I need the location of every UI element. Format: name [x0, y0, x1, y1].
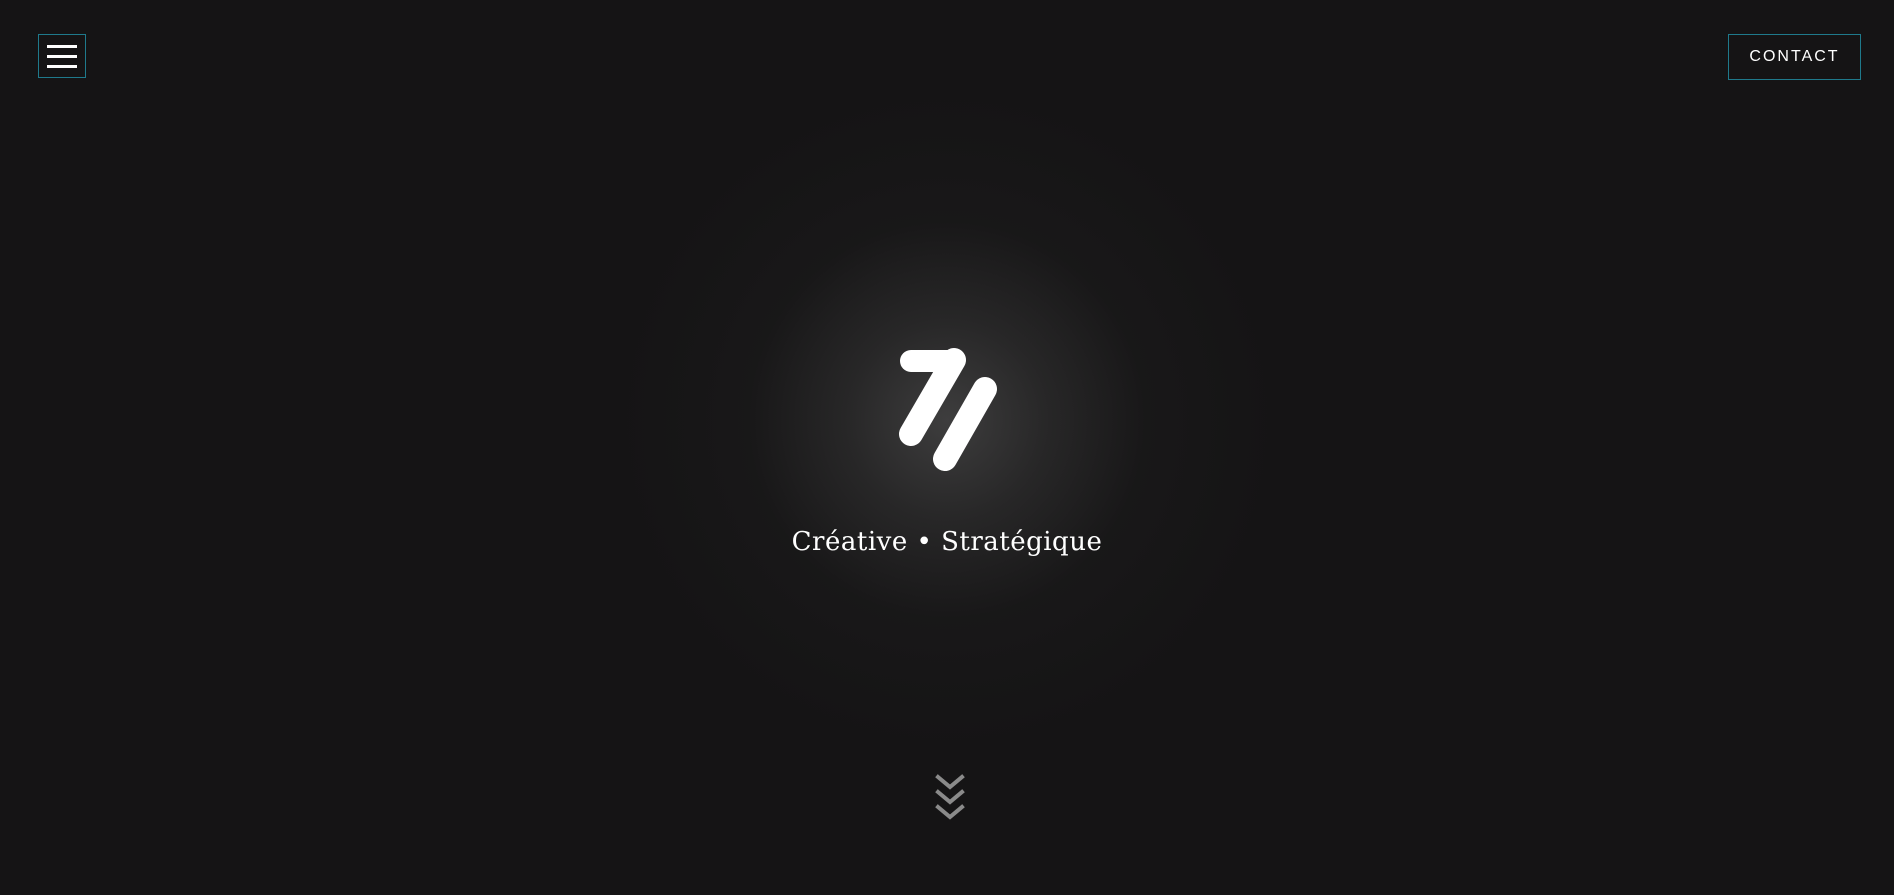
hero-tagline: Créative • Stratégique	[791, 527, 1103, 557]
contact-button[interactable]: CONTACT	[1728, 34, 1861, 80]
hamburger-menu-icon	[47, 44, 77, 48]
hamburger-menu-icon	[47, 64, 77, 68]
hamburger-menu-icon	[47, 54, 77, 58]
triple-chevron-down-icon[interactable]	[930, 772, 970, 824]
menu-button[interactable]	[38, 34, 86, 78]
brand-logo-icon	[899, 348, 997, 471]
